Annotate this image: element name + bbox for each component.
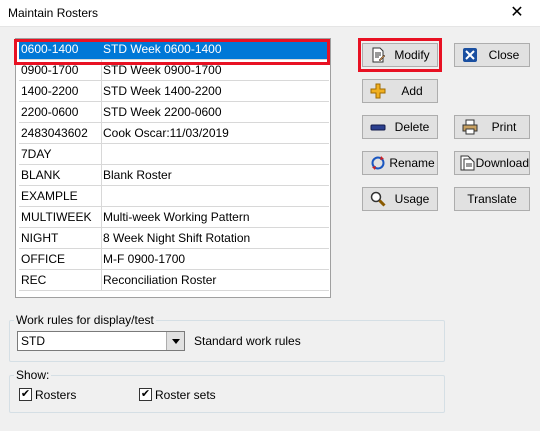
roster-code: EXAMPLE [19,186,102,207]
roster-code: 1400-2200 [19,81,102,102]
roster-code: 0900-1700 [19,60,102,81]
show-legend: Show: [14,368,52,382]
roster-row[interactable]: MULTIWEEK Multi-week Working Pattern [16,207,329,228]
rename-label: Rename [389,156,435,170]
minus-icon [369,118,387,136]
download-button[interactable]: Download [454,151,530,175]
close-window-icon[interactable]: ✕ [494,0,540,26]
rosters-checkbox[interactable]: ✔ [19,388,32,401]
usage-button[interactable]: Usage [362,187,438,211]
roster-row[interactable]: EXAMPLE [16,186,329,207]
chevron-down-icon[interactable] [166,332,184,350]
work-rules-select[interactable]: STD [17,331,185,351]
roster-code: MULTIWEEK [19,207,102,228]
close-button[interactable]: Close [454,43,530,67]
checkmark-icon: ✔ [20,388,31,400]
rename-button[interactable]: Rename [362,151,438,175]
roster-description: Cook Oscar:11/03/2019 [101,123,329,144]
roster-description: Reconciliation Roster [101,270,329,291]
title-bar: Maintain Rosters ✕ [0,0,540,27]
roster-code: 7DAY [19,144,102,165]
roster-code: NIGHT [19,228,102,249]
printer-icon [461,118,479,136]
roster-row[interactable]: REC Reconciliation Roster [16,270,329,291]
roster-description: 8 Week Night Shift Rotation [101,228,329,249]
close-door-icon [461,46,479,64]
close-label: Close [488,48,520,62]
work-rules-value: STD [21,334,45,348]
roster-row[interactable]: OFFICE M-F 0900-1700 [16,249,329,270]
download-label: Download [475,156,529,170]
work-rules-description: Standard work rules [194,334,301,348]
window-title: Maintain Rosters [8,6,99,20]
roster-description [101,144,329,165]
roster-row[interactable]: NIGHT 8 Week Night Shift Rotation [16,228,329,249]
add-label: Add [401,84,423,98]
roster-row[interactable]: 7DAY [16,144,329,165]
roster-row[interactable]: 2483043602 Cook Oscar:11/03/2019 [16,123,329,144]
roster-sets-checkbox-label[interactable]: Roster sets [155,388,216,402]
download-document-icon [459,154,476,172]
roster-description: STD Week 1400-2200 [101,81,329,102]
modify-button[interactable]: Modify [362,43,438,67]
usage-label: Usage [394,192,430,206]
translate-button[interactable]: Translate [454,187,530,211]
roster-code: BLANK [19,165,102,186]
roster-list[interactable]: 0600-1400 STD Week 0600-1400 0900-1700 STD … [15,38,331,298]
modify-label: Modify [394,48,430,62]
roster-description: STD Week 2200-0600 [101,102,329,123]
roster-code: 2200-0600 [19,102,102,123]
roster-sets-checkbox[interactable]: ✔ [139,388,152,401]
roster-code: OFFICE [19,249,102,270]
roster-row[interactable]: 0600-1400 STD Week 0600-1400 [16,39,329,60]
print-label: Print [491,120,517,134]
roster-code: 0600-1400 [19,39,102,60]
print-button[interactable]: Print [454,115,530,139]
roster-row[interactable]: 1400-2200 STD Week 1400-2200 [16,81,329,102]
roster-code: REC [19,270,102,291]
delete-label: Delete [394,120,430,134]
roster-description: Multi-week Working Pattern [101,207,329,228]
plus-icon [369,82,387,100]
roster-description [101,186,329,207]
rosters-checkbox-label[interactable]: Rosters [35,388,76,402]
roster-description: STD Week 0600-1400 [101,39,329,60]
magnifier-icon [369,190,387,208]
translate-label: Translate [467,192,517,206]
roster-description: Blank Roster [101,165,329,186]
add-button[interactable]: Add [362,79,438,103]
checkmark-icon: ✔ [140,388,151,400]
roster-row[interactable]: 2200-0600 STD Week 2200-0600 [16,102,329,123]
roster-row[interactable]: BLANK Blank Roster [16,165,329,186]
roster-row[interactable]: 0900-1700 STD Week 0900-1700 [16,60,329,81]
rename-arrows-icon [369,154,387,172]
roster-description: M-F 0900-1700 [101,249,329,270]
roster-code: 2483043602 [19,123,102,144]
roster-description: STD Week 0900-1700 [101,60,329,81]
delete-button[interactable]: Delete [362,115,438,139]
work-rules-legend: Work rules for display/test [14,313,156,327]
document-edit-icon [369,46,387,64]
